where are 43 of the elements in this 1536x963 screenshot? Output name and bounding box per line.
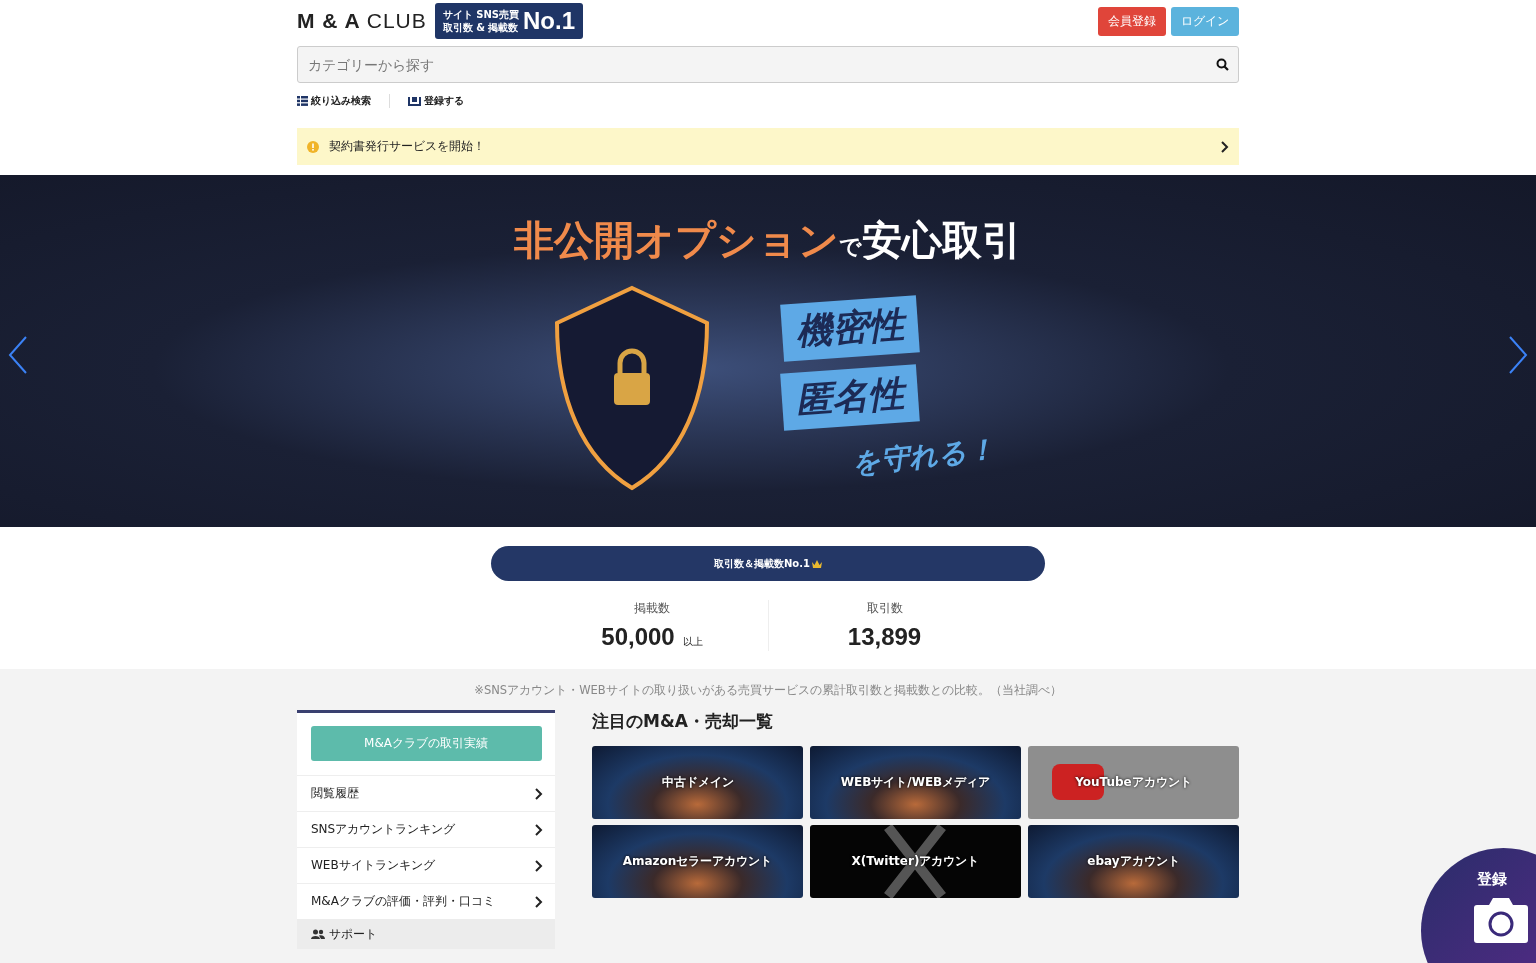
search-field[interactable]: カテゴリーから探す xyxy=(297,46,1239,83)
inbox-icon xyxy=(408,96,421,106)
chevron-right-icon xyxy=(1506,335,1530,375)
site-logo[interactable]: M & A CLUB xyxy=(297,9,427,33)
banner-tag: 機密性 xyxy=(779,295,920,362)
stat-label: 取引数 xyxy=(866,600,903,617)
banner-tagline: を守れる！ xyxy=(849,431,997,483)
search-icon[interactable] xyxy=(1216,58,1229,71)
banner-tag: 匿名性 xyxy=(779,364,920,431)
category-tile[interactable]: ebayアカウント xyxy=(1028,825,1239,898)
notice-bar[interactable]: 契約書発行サービスを開始！ xyxy=(297,128,1239,165)
stat-suffix: 以上 xyxy=(682,635,703,649)
category-tile[interactable]: Amazonセラーアカウント xyxy=(592,825,803,898)
users-icon xyxy=(311,929,325,939)
stats-banner: 取引数＆掲載数No.1 xyxy=(491,546,1045,581)
crown-icon xyxy=(812,559,822,568)
chevron-right-icon xyxy=(1221,140,1229,153)
section-title: 注目のM&A・売却一覧 xyxy=(592,710,774,733)
banner-headline: 非公開オプションで安心取引 xyxy=(514,216,1022,265)
promo-banner[interactable]: 非公開オプションで安心取引 機密性 匿名性 を守れる！ xyxy=(0,175,1536,527)
sidebar-section-header: サポート xyxy=(297,919,555,949)
chevron-right-icon xyxy=(535,787,543,800)
footnote: ※SNSアカウント・WEBサイトの取り扱いがある売買サービスの累計取引数と掲載数との比較。（当社調べ） xyxy=(473,682,1063,699)
category-tile[interactable]: 中古ドメイン xyxy=(592,746,803,819)
chevron-right-icon xyxy=(535,859,543,872)
register-fab[interactable]: 登録 xyxy=(1421,848,1536,963)
chevron-right-icon xyxy=(535,895,543,908)
register-link[interactable]: 登録する xyxy=(408,94,482,108)
category-tile[interactable]: X(Twitter)アカウント xyxy=(810,825,1021,898)
list-icon xyxy=(297,96,308,106)
info-icon xyxy=(307,140,319,153)
sidebar-item[interactable]: WEBサイトランキング xyxy=(297,847,555,883)
camera-icon xyxy=(1473,895,1529,943)
stat-label: 掲載数 xyxy=(634,600,670,617)
filter-search-link[interactable]: 絞り込み検索 xyxy=(297,94,390,108)
sidebar-item[interactable]: SNSアカウントランキング xyxy=(297,811,555,847)
chevron-left-icon xyxy=(6,335,30,375)
signup-button[interactable]: 会員登録 xyxy=(1098,6,1166,36)
stat-value: 13,899 xyxy=(847,623,922,651)
category-tile[interactable]: WEBサイト/WEBメディア xyxy=(810,746,1021,819)
stat-value: 50,000 xyxy=(601,623,675,651)
sidebar-item[interactable]: 閲覧履歴 xyxy=(297,775,555,811)
chevron-right-icon xyxy=(535,823,543,836)
